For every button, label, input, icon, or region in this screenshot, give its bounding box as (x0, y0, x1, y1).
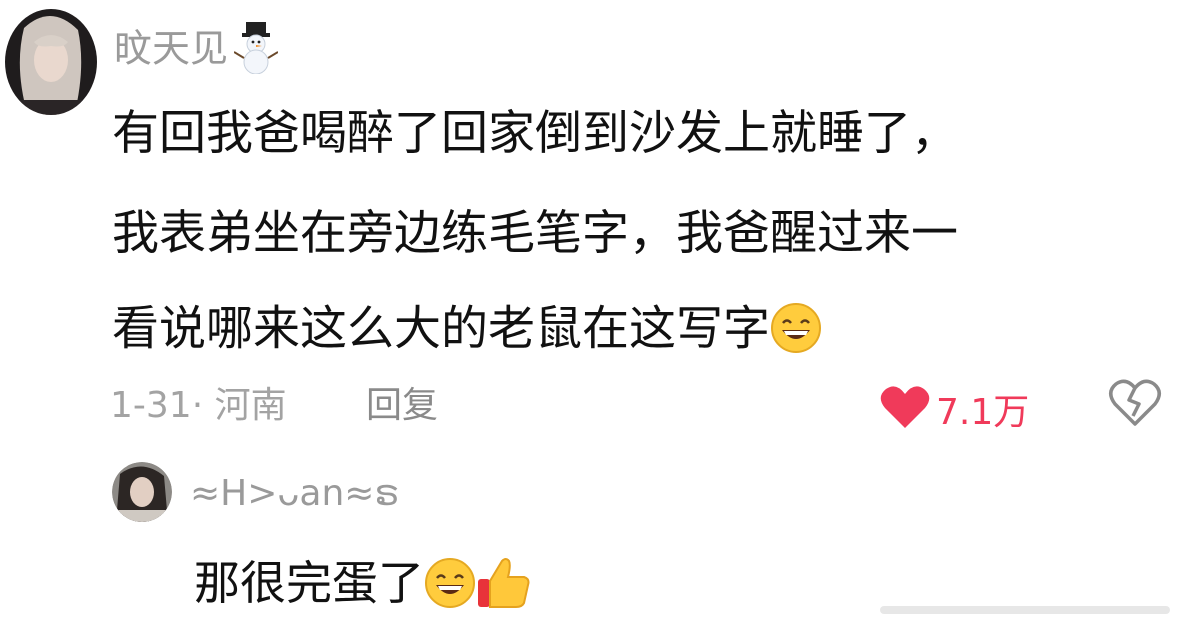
like-button[interactable]: 7.1万 (880, 383, 1029, 435)
like-count: 7.1万 (936, 392, 1030, 433)
snowman-icon (233, 22, 279, 80)
broken-heart-icon[interactable] (1108, 378, 1162, 432)
reply-text-content: 那很完蛋了 (194, 556, 424, 610)
comment-text-line-3: 看说哪来这么大的老鼠在这写字 (112, 302, 822, 362)
reply-avatar[interactable] (112, 462, 172, 522)
comment-text-line-2: 我表弟坐在旁边练毛笔字，我爸醒过来一 (112, 206, 958, 261)
comment-username[interactable]: 旼天见 (114, 22, 279, 80)
avatar[interactable] (4, 8, 98, 116)
comment-text-line-1: 有回我爸喝醉了回家倒到沙发上就睡了， (112, 106, 958, 161)
watermark (880, 600, 1170, 620)
username-text: 旼天见 (114, 26, 229, 71)
grin-emoji-icon (424, 557, 476, 616)
grin-emoji-icon (770, 302, 822, 362)
reply-username[interactable]: ≈H>ᴗan≈ຣ (190, 476, 399, 512)
heart-icon (880, 385, 930, 433)
comment-text-line-3-text: 看说哪来这么大的老鼠在这写字 (112, 301, 770, 357)
reply-button[interactable]: 回复 (366, 388, 438, 424)
thumbs-up-emoji-icon (476, 555, 532, 618)
comment-date-location: 1-31· 河南 (110, 385, 287, 426)
reply-text: 那很完蛋了 (194, 555, 532, 618)
